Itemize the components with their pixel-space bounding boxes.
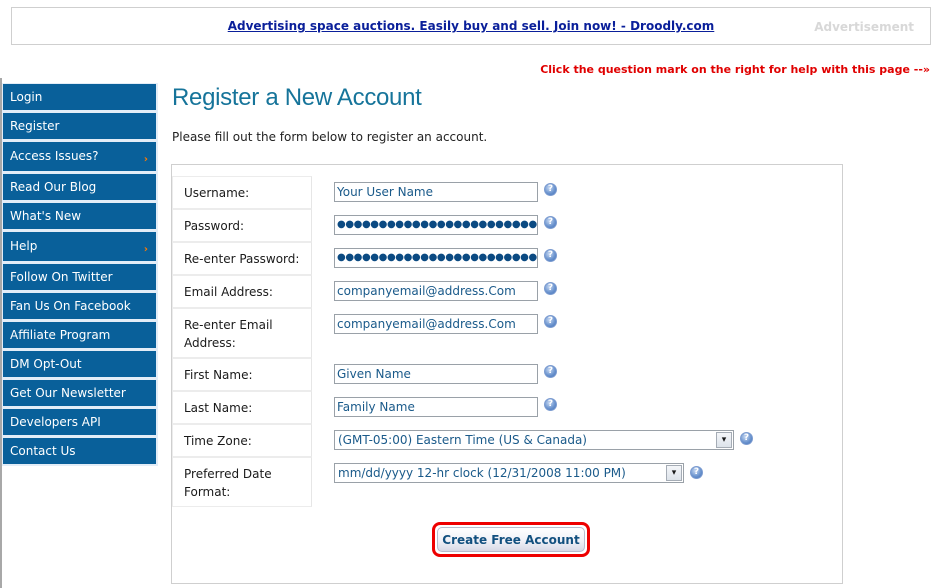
sidebar-item-developers-api[interactable]: Developers API xyxy=(3,409,156,435)
sidebar-item-dm-opt-out[interactable]: DM Opt-Out xyxy=(3,351,156,377)
sidebar-item-newsletter[interactable]: Get Our Newsletter xyxy=(3,380,156,406)
last-name-label: Last Name: xyxy=(172,391,312,424)
page-title: Register a New Account xyxy=(172,84,422,111)
help-icon[interactable]: ? xyxy=(544,365,557,378)
chevron-down-icon[interactable]: ▾ xyxy=(666,465,682,481)
ad-banner: Advertising space auctions. Easily buy a… xyxy=(11,7,931,45)
sidebar-item-register[interactable]: Register xyxy=(3,113,156,139)
date-format-select[interactable]: mm/dd/yyyy 12-hr clock (12/31/2008 11:00… xyxy=(334,463,684,483)
email-confirm-label: Re-enter Email Address: xyxy=(172,308,312,358)
help-icon[interactable]: ? xyxy=(544,183,557,196)
username-label: Username: xyxy=(172,176,312,209)
sidebar-item-label: Developers API xyxy=(10,415,101,429)
chevron-right-icon: › xyxy=(143,244,148,255)
sidebar-item-help[interactable]: Help › xyxy=(3,232,156,261)
email-confirm-input[interactable]: companyemail@address.Com xyxy=(334,314,538,334)
help-icon[interactable]: ? xyxy=(544,249,557,262)
sidebar-item-affiliate[interactable]: Affiliate Program xyxy=(3,322,156,348)
email-confirm-label-line2: Address: xyxy=(184,336,236,350)
help-icon[interactable]: ? xyxy=(544,282,557,295)
sidebar-nav: Login Register Access Issues? › Read Our… xyxy=(2,83,158,466)
help-icon[interactable]: ? xyxy=(544,315,557,328)
first-name-input[interactable]: Given Name xyxy=(334,364,538,384)
sidebar-item-label: Access Issues? xyxy=(10,149,99,163)
sidebar-item-label: What's New xyxy=(10,209,82,223)
sidebar-item-label: DM Opt-Out xyxy=(10,357,82,371)
password-confirm-label: Re-enter Password: xyxy=(172,242,312,275)
sidebar-item-label: Read Our Blog xyxy=(10,180,97,194)
ad-link[interactable]: Advertising space auctions. Easily buy a… xyxy=(12,19,930,33)
help-icon[interactable]: ? xyxy=(544,398,557,411)
sidebar-item-whats-new[interactable]: What's New xyxy=(3,203,156,229)
help-icon[interactable]: ? xyxy=(544,216,557,229)
sidebar-item-label: Affiliate Program xyxy=(10,328,111,342)
sidebar-item-contact[interactable]: Contact Us xyxy=(3,438,156,464)
sidebar-item-label: Follow On Twitter xyxy=(10,270,113,284)
username-input[interactable]: Your User Name xyxy=(334,182,538,202)
date-format-label-line2: Format: xyxy=(184,485,231,499)
last-name-input[interactable]: Family Name xyxy=(334,397,538,417)
ad-label: Advertisement xyxy=(814,20,914,34)
first-name-label: First Name: xyxy=(172,358,312,391)
sidebar-item-label: Register xyxy=(10,119,60,133)
sidebar-item-access-issues[interactable]: Access Issues? › xyxy=(3,142,156,171)
password-label: Password: xyxy=(172,209,312,242)
help-icon[interactable]: ? xyxy=(740,432,753,445)
sidebar-item-login[interactable]: Login xyxy=(3,84,156,110)
email-confirm-label-line1: Re-enter Email xyxy=(184,318,273,332)
password-input[interactable]: ●●●●●●●●●●●●●●●●●●●●●●●●●●●●●● xyxy=(334,215,538,235)
time-zone-label: Time Zone: xyxy=(172,424,312,457)
registration-form: Username: Your User Name ? Password: ●●●… xyxy=(171,164,843,584)
page-intro: Please fill out the form below to regist… xyxy=(172,130,488,144)
sidebar-item-blog[interactable]: Read Our Blog xyxy=(3,174,156,200)
sidebar-item-facebook[interactable]: Fan Us On Facebook xyxy=(3,293,156,319)
sidebar-item-label: Login xyxy=(10,90,43,104)
date-format-label-line1: Preferred Date xyxy=(184,467,272,481)
help-hint: Click the question mark on the right for… xyxy=(540,63,930,76)
time-zone-selected: (GMT-05:00) Eastern Time (US & Canada) xyxy=(338,433,587,447)
time-zone-select[interactable]: (GMT-05:00) Eastern Time (US & Canada) ▾ xyxy=(334,430,734,450)
help-icon[interactable]: ? xyxy=(690,466,703,479)
sidebar-item-label: Get Our Newsletter xyxy=(10,386,126,400)
email-label: Email Address: xyxy=(172,275,312,308)
chevron-down-icon[interactable]: ▾ xyxy=(716,432,732,448)
submit-highlight: Create Free Account xyxy=(432,522,590,557)
create-account-button[interactable]: Create Free Account xyxy=(437,527,585,552)
password-confirm-input[interactable]: ●●●●●●●●●●●●●●●●●●●●●●●●●●●●●● xyxy=(334,248,538,268)
sidebar-item-twitter[interactable]: Follow On Twitter xyxy=(3,264,156,290)
sidebar-item-label: Fan Us On Facebook xyxy=(10,299,131,313)
chevron-right-icon: › xyxy=(143,154,148,165)
email-input[interactable]: companyemail@address.Com xyxy=(334,281,538,301)
date-format-selected: mm/dd/yyyy 12-hr clock (12/31/2008 11:00… xyxy=(338,466,626,480)
sidebar-item-label: Contact Us xyxy=(10,444,76,458)
date-format-label: Preferred Date Format: xyxy=(172,457,312,507)
sidebar-item-label: Help xyxy=(10,239,38,253)
